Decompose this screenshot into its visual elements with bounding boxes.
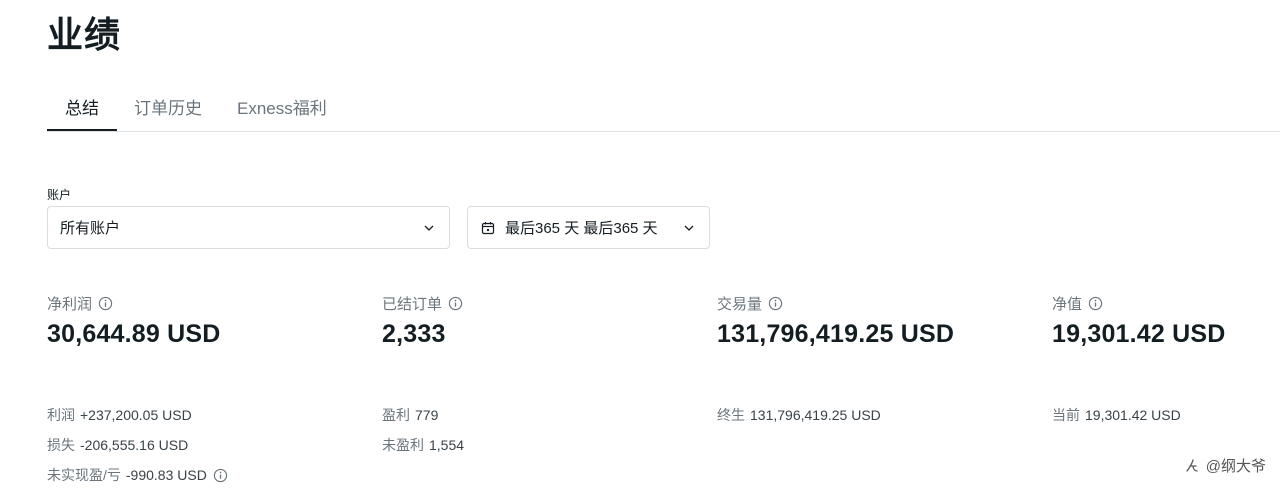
tab-exness-benefits[interactable]: Exness福利 xyxy=(237,80,327,132)
stat-net-profit: 净利润 30,644.89 USD xyxy=(47,290,221,349)
info-icon[interactable] xyxy=(448,296,463,311)
stat-closed-orders: 已结订单 2,333 xyxy=(382,290,463,349)
detail-key: 盈利 xyxy=(382,407,410,423)
detail-row: 盈利 779 xyxy=(382,400,464,430)
tab-summary[interactable]: 总结 xyxy=(47,80,117,132)
detail-key: 损失 xyxy=(47,437,75,453)
stat-closed-orders-details: 盈利 779 未盈利 1,554 xyxy=(382,400,464,460)
stat-equity: 净值 19,301.42 USD xyxy=(1052,290,1226,349)
detail-row: 终生 131,796,419.25 USD xyxy=(717,400,881,430)
detail-key: 当前 xyxy=(1052,407,1080,423)
account-select-value: 所有账户 xyxy=(60,220,121,237)
detail-key: 终生 xyxy=(717,407,745,423)
date-range-value: 最后365 天 最后365 天 xyxy=(505,220,658,237)
watermark-text: @纲大爷 xyxy=(1205,458,1266,475)
zhihu-logo-icon xyxy=(1186,458,1198,472)
detail-value: 131,796,419.25 USD xyxy=(750,407,881,423)
info-icon[interactable] xyxy=(768,296,783,311)
info-icon[interactable] xyxy=(213,468,228,483)
stat-label: 交易量 xyxy=(717,295,763,313)
detail-value: 19,301.42 USD xyxy=(1085,407,1181,423)
detail-key: 利润 xyxy=(47,407,75,423)
detail-row: 未盈利 1,554 xyxy=(382,430,464,460)
chevron-down-icon xyxy=(684,225,694,231)
stat-value: 2,333 xyxy=(382,320,446,348)
account-select[interactable]: 所有账户 xyxy=(47,206,450,249)
detail-value: 1,554 xyxy=(429,437,465,453)
page-title: 业绩 xyxy=(47,14,122,55)
chevron-down-icon xyxy=(424,225,434,231)
watermark: @纲大爷 xyxy=(1184,455,1266,476)
date-range-select[interactable]: 最后365 天 最后365 天 xyxy=(467,206,710,249)
stat-value: 19,301.42 USD xyxy=(1052,320,1226,348)
detail-row: 损失 -206,555.16 USD xyxy=(47,430,228,460)
detail-value: -990.83 USD xyxy=(125,467,207,483)
detail-value: +237,200.05 USD xyxy=(80,407,192,423)
stat-trading-volume-details: 终生 131,796,419.25 USD xyxy=(717,400,881,430)
stat-equity-details: 当前 19,301.42 USD xyxy=(1052,400,1181,430)
detail-value: -206,555.16 USD xyxy=(80,437,189,453)
detail-row: 当前 19,301.42 USD xyxy=(1052,400,1181,430)
stat-label: 净利润 xyxy=(47,295,93,313)
info-icon[interactable] xyxy=(1088,296,1103,311)
calendar-icon xyxy=(481,221,495,234)
detail-row: 利润 +237,200.05 USD xyxy=(47,400,228,430)
stat-value: 30,644.89 USD xyxy=(47,320,221,348)
account-field-label: 账户 xyxy=(47,188,72,202)
stat-label: 已结订单 xyxy=(382,295,443,313)
tab-bar: 总结 订单历史 Exness福利 xyxy=(47,80,327,132)
detail-value: 779 xyxy=(415,407,439,423)
info-icon[interactable] xyxy=(98,296,113,311)
stat-value: 131,796,419.25 USD xyxy=(717,320,955,348)
stat-net-profit-details: 利润 +237,200.05 USD 损失 -206,555.16 USD 未实… xyxy=(47,400,228,490)
tab-order-history[interactable]: 订单历史 xyxy=(134,80,202,132)
stat-label: 净值 xyxy=(1052,295,1083,313)
detail-key: 未盈利 xyxy=(382,437,424,453)
detail-row: 未实现盈/亏 -990.83 USD xyxy=(47,460,228,490)
detail-key: 未实现盈/亏 xyxy=(47,467,121,483)
tabs-divider xyxy=(47,131,1280,132)
stat-trading-volume: 交易量 131,796,419.25 USD xyxy=(717,290,954,349)
